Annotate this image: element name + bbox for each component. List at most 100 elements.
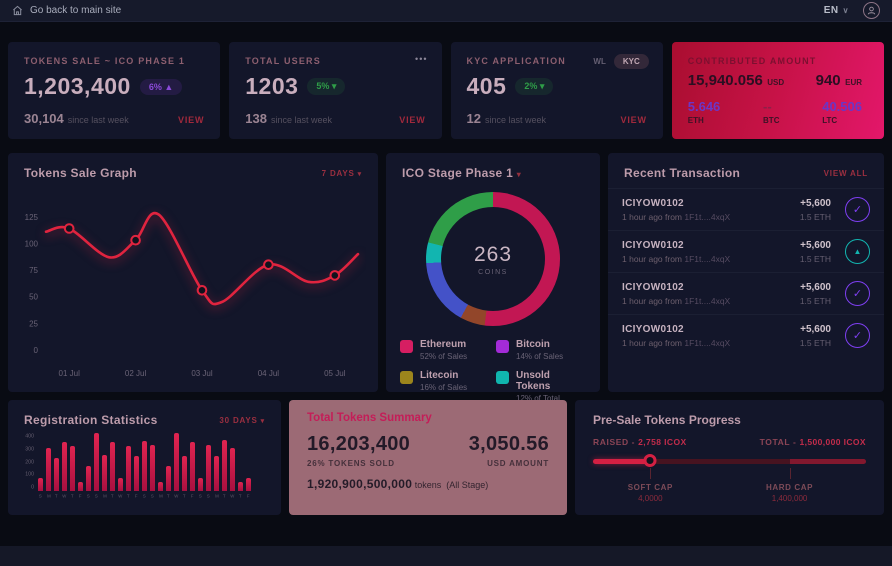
card-title: TOKENS SALE ~ ICO PHASE 1 [24, 56, 204, 66]
panel-title: Pre-Sale Tokens Progress [593, 413, 866, 427]
status-pending-icon[interactable]: ▲ [845, 239, 870, 264]
view-link[interactable]: VIEW [621, 115, 647, 125]
kyc-toggle[interactable]: KYC [614, 54, 649, 69]
svg-text:100: 100 [25, 239, 39, 248]
bar: M [46, 448, 51, 492]
total-tokens-summary-panel: Total Tokens Summary 16,203,400 26% TOKE… [289, 400, 567, 515]
stat-card-contributed: CONTRIBUTED AMOUNT 15,940.056 USD 940 EU… [672, 42, 884, 139]
coins-count: 263 [474, 243, 512, 267]
progress-knob[interactable] [644, 454, 657, 467]
card-title: TOTAL USERS [245, 56, 425, 66]
bar: T [238, 482, 243, 491]
svg-text:01 Jul: 01 Jul [59, 369, 81, 378]
bar: S [142, 441, 147, 491]
home-icon [12, 5, 23, 16]
bar: T [166, 466, 171, 491]
range-dropdown-7days[interactable]: 7 DAYS ▾ [322, 169, 362, 178]
usd-amount-note: USD AMOUNT [469, 459, 549, 468]
registration-bar-chart: 4003002001000 S M T W T F S S [8, 431, 281, 491]
panel-title: Total Tokens Summary [307, 412, 549, 424]
bar: F [190, 442, 195, 491]
view-link[interactable]: VIEW [399, 115, 425, 125]
hard-cap: HARD CAP 1,400,000 [766, 483, 813, 503]
svg-text:03 Jul: 03 Jul [191, 369, 213, 378]
btc-amount: -- BTC [763, 99, 779, 125]
raised-label: RAISED -2,758 ICOX [593, 437, 687, 447]
tokens-sale-value: 1,203,400 [24, 73, 131, 100]
view-all-link[interactable]: VIEW ALL [824, 169, 868, 178]
progress-track: SOFT CAP 4,0000 HARD CAP 1,400,000 [593, 459, 866, 464]
usd-amount: 15,940.056 USD [688, 72, 784, 90]
progress-hardcap-zone [790, 459, 866, 464]
transaction-row[interactable]: ICIYOW0102 1 hour ago from 1F1t....4xqX … [608, 230, 884, 272]
footer-bar [0, 546, 892, 566]
panel-title: Recent Transaction [624, 166, 740, 180]
delta-value: 138 [245, 111, 267, 126]
trend-badge: 5% ▾ [307, 78, 345, 95]
legend-item: Bitcoin14% of Sales [496, 339, 586, 361]
more-options-icon[interactable]: ••• [415, 54, 427, 64]
bar: W [174, 433, 179, 491]
bar: T [182, 456, 187, 492]
bar: F [134, 456, 139, 491]
bar: M [158, 482, 163, 491]
trend-badge: 2% ▾ [515, 78, 553, 95]
view-link[interactable]: VIEW [178, 115, 204, 125]
chevron-down-icon: ▾ [358, 171, 362, 178]
legend-swatch [400, 340, 413, 353]
svg-text:25: 25 [29, 319, 38, 328]
stat-card-kyc: KYC APPLICATION WL KYC 405 2% ▾ 12since … [451, 42, 663, 139]
card-title: CONTRIBUTED AMOUNT [688, 56, 868, 66]
bar: F [246, 478, 251, 491]
wl-toggle[interactable]: WL [593, 57, 605, 66]
kyc-value: 405 [467, 73, 507, 100]
bar: T [222, 440, 227, 491]
ltc-amount: 40.506 LTC [822, 99, 862, 125]
svg-text:05 Jul: 05 Jul [324, 369, 346, 378]
hard-cap-tick [790, 468, 791, 479]
recent-transactions-panel: Recent Transaction VIEW ALL ICIYOW0102 1… [608, 153, 884, 392]
topbar: Go back to main site EN ∨ [0, 0, 892, 22]
usd-amount-value: 3,050.56 [469, 433, 549, 456]
bar: T [70, 446, 75, 491]
bar: W [230, 448, 235, 492]
legend-swatch [400, 371, 413, 384]
bar: S [198, 478, 203, 491]
tokens-sale-chart: 025507510012501 Jul02 Jul03 Jul04 Jul05 … [16, 190, 366, 382]
status-ok-icon[interactable]: ✓ [845, 197, 870, 222]
status-ok-icon[interactable]: ✓ [845, 281, 870, 306]
panel-title: Registration Statistics [24, 413, 158, 427]
chevron-down-icon: ▾ [261, 418, 265, 425]
registration-statistics-panel: Registration Statistics 30 DAYS ▾ 400300… [8, 400, 281, 515]
back-to-main-site-link[interactable]: Go back to main site [12, 5, 121, 16]
delta-value: 12 [467, 111, 481, 126]
coins-label: COINS [478, 269, 508, 276]
language-dropdown[interactable]: EN ∨ [824, 5, 849, 16]
bar: S [94, 433, 99, 491]
chevron-down-icon: ▾ [517, 170, 521, 179]
ico-stage-dropdown[interactable]: ICO Stage Phase 1 ▾ [402, 166, 521, 180]
bar: S [150, 445, 155, 491]
ico-stage-donut: 263 COINS [426, 192, 560, 326]
transaction-row[interactable]: ICIYOW0102 1 hour ago from 1F1t....4xqX … [608, 314, 884, 356]
legend-swatch [496, 371, 509, 384]
svg-text:04 Jul: 04 Jul [258, 369, 280, 378]
bar: W [62, 442, 67, 491]
transaction-row[interactable]: ICIYOW0102 1 hour ago from 1F1t....4xqX … [608, 272, 884, 314]
tokens-sold-value: 16,203,400 [307, 433, 410, 456]
bar: S [206, 445, 211, 491]
transaction-row[interactable]: ICIYOW0102 1 hour ago from 1F1t....4xqX … [608, 188, 884, 230]
user-avatar[interactable] [863, 2, 880, 19]
progress-fill [593, 459, 650, 464]
delta-note: since last week [271, 115, 332, 125]
svg-text:125: 125 [25, 213, 39, 222]
status-ok-icon[interactable]: ✓ [845, 323, 870, 348]
range-dropdown-30days[interactable]: 30 DAYS ▾ [219, 416, 265, 425]
stat-cards-row: TOKENS SALE ~ ICO PHASE 1 1,203,400 6% ▲… [8, 42, 884, 139]
total-users-value: 1203 [245, 73, 298, 100]
bar: T [110, 442, 115, 491]
svg-text:0: 0 [34, 346, 39, 355]
soft-cap-tick [650, 468, 651, 479]
delta-value: 30,104 [24, 111, 64, 126]
bar: M [102, 455, 107, 491]
